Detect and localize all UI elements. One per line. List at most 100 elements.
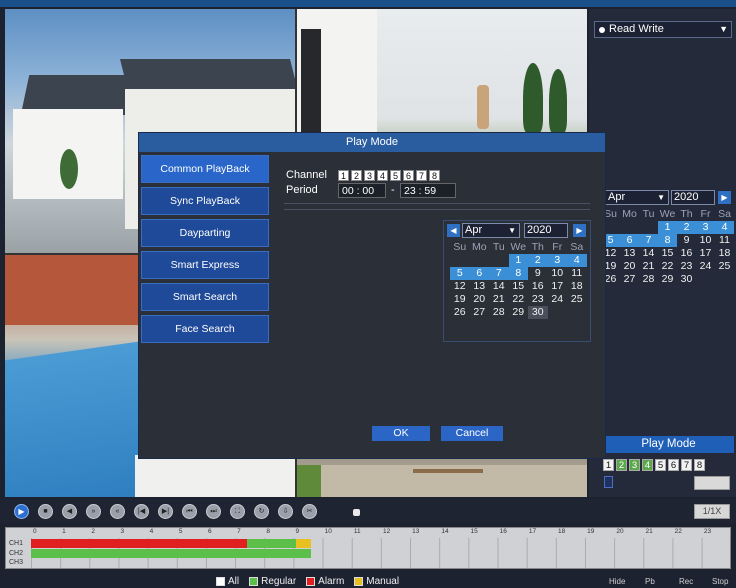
channel-selector[interactable]: 12345678 bbox=[338, 170, 440, 181]
calendar-day[interactable]: 10 bbox=[548, 267, 568, 280]
dialog-calendar-grid[interactable]: Su Mo Tu We Th Fr Sa 1 2 3 4 5 6 7 8 9 10 11 12 13 14 15 16 17 1… bbox=[450, 241, 587, 332]
small-square-icon[interactable] bbox=[353, 509, 360, 516]
legend-regular[interactable]: Regular bbox=[249, 576, 296, 587]
channel-checkbox[interactable]: 1 bbox=[603, 459, 614, 471]
bottom-action-label[interactable]: Stop bbox=[712, 577, 728, 586]
mode-select[interactable]: Read Write ▼ bbox=[594, 21, 732, 38]
calendar-day[interactable]: 13 bbox=[620, 247, 639, 260]
calendar-day[interactable]: 23 bbox=[528, 293, 548, 306]
manual-record-segment[interactable] bbox=[296, 539, 311, 548]
play-mode-option[interactable]: Common PlayBack bbox=[141, 155, 269, 183]
reverse-icon[interactable]: ◀ bbox=[62, 504, 77, 519]
stop-icon[interactable]: ■ bbox=[38, 504, 53, 519]
fast-icon[interactable]: « bbox=[110, 504, 125, 519]
calendar-day[interactable]: 7 bbox=[639, 234, 658, 247]
calendar-day[interactable]: 21 bbox=[489, 293, 509, 306]
calendar-day[interactable]: 1 bbox=[508, 254, 528, 267]
right-year-select[interactable]: 2020 bbox=[671, 190, 715, 205]
calendar-day[interactable]: 22 bbox=[509, 293, 529, 306]
legend-checkbox[interactable] bbox=[354, 577, 364, 586]
calendar-day[interactable]: 6 bbox=[469, 267, 489, 280]
channel-checkbox[interactable]: 8 bbox=[694, 459, 705, 471]
dialog-month-select[interactable]: Apr ▼ bbox=[462, 223, 520, 238]
calendar-day[interactable]: 18 bbox=[715, 247, 734, 260]
dialog-year-select[interactable]: 2020 bbox=[524, 223, 568, 238]
period-end-field[interactable]: 23 : 59 bbox=[400, 183, 456, 198]
calendar-day[interactable]: 14 bbox=[489, 280, 509, 293]
channel-checkbox[interactable]: 3 bbox=[364, 170, 375, 181]
calendar-day[interactable]: 24 bbox=[696, 260, 715, 273]
calendar-day[interactable]: 19 bbox=[450, 293, 470, 306]
next-month-icon[interactable]: ▶ bbox=[573, 224, 586, 237]
calendar-day[interactable]: 30 bbox=[528, 306, 548, 319]
channel-checkbox[interactable]: 1 bbox=[338, 170, 349, 181]
play-mode-option[interactable]: Sync PlayBack bbox=[141, 187, 269, 215]
calendar-day[interactable]: 17 bbox=[548, 280, 568, 293]
calendar-day[interactable]: 3 bbox=[696, 221, 715, 234]
speed-button[interactable]: 1/1X bbox=[694, 504, 730, 519]
repeat-icon[interactable]: ↻ bbox=[254, 504, 269, 519]
legend-checkbox[interactable] bbox=[306, 577, 316, 586]
channel-checkbox[interactable]: 6 bbox=[403, 170, 414, 181]
record-type-legend[interactable]: All Regular Alarm Manual bbox=[216, 576, 399, 587]
bottom-action-label[interactable]: Rec bbox=[679, 577, 693, 586]
next-month-icon[interactable]: ▶ bbox=[718, 191, 731, 204]
calendar-day[interactable]: 7 bbox=[489, 267, 509, 280]
calendar-day[interactable]: 15 bbox=[509, 280, 529, 293]
channel-checkbox[interactable]: 7 bbox=[681, 459, 692, 471]
cancel-button[interactable]: Cancel bbox=[441, 426, 503, 441]
calendar-day[interactable]: 9 bbox=[677, 234, 696, 247]
prev-file-icon[interactable]: ⏮ bbox=[182, 504, 197, 519]
backup-icon[interactable]: ⇩ bbox=[278, 504, 293, 519]
calendar-day[interactable]: 25 bbox=[567, 293, 587, 306]
calendar-day[interactable]: 26 bbox=[450, 306, 470, 319]
alarm-record-segment[interactable] bbox=[31, 539, 247, 548]
calendar-day[interactable]: 8 bbox=[508, 267, 528, 280]
play-mode-option[interactable]: Face Search bbox=[141, 315, 269, 343]
play-mode-option[interactable]: Dayparting bbox=[141, 219, 269, 247]
period-start-field[interactable]: 00 : 00 bbox=[338, 183, 386, 198]
play-mode-button[interactable]: Play Mode bbox=[603, 436, 734, 453]
bottom-action-label[interactable]: Hide bbox=[609, 577, 625, 586]
regular-record-segment[interactable] bbox=[31, 549, 311, 558]
calendar-day[interactable]: 2 bbox=[677, 221, 696, 234]
channel-checkbox[interactable]: 5 bbox=[655, 459, 666, 471]
calendar-day[interactable]: 27 bbox=[470, 306, 490, 319]
calendar-day[interactable]: 14 bbox=[639, 247, 658, 260]
calendar-day[interactable]: 29 bbox=[658, 273, 677, 286]
calendar-day[interactable]: 4 bbox=[715, 221, 734, 234]
calendar-day[interactable]: 28 bbox=[489, 306, 509, 319]
calendar-day[interactable]: 20 bbox=[620, 260, 639, 273]
calendar-day[interactable]: 22 bbox=[658, 260, 677, 273]
calendar-day[interactable]: 21 bbox=[639, 260, 658, 273]
channel-checkbox[interactable]: 4 bbox=[377, 170, 388, 181]
ok-button[interactable]: OK bbox=[372, 426, 430, 441]
calendar-day[interactable]: 4 bbox=[567, 254, 587, 267]
calendar-day[interactable]: 29 bbox=[509, 306, 529, 319]
channel-checkbox[interactable]: 7 bbox=[416, 170, 427, 181]
clip-icon[interactable]: ✂ bbox=[302, 504, 317, 519]
fullscreen-icon[interactable]: ⛶ bbox=[230, 504, 245, 519]
bottom-action-label[interactable]: Pb bbox=[645, 577, 655, 586]
calendar-day[interactable]: 30 bbox=[677, 273, 696, 286]
calendar-day[interactable]: 11 bbox=[715, 234, 734, 247]
calendar-day[interactable]: 12 bbox=[450, 280, 470, 293]
play-mode-option[interactable]: Smart Express bbox=[141, 251, 269, 279]
calendar-day[interactable]: 20 bbox=[470, 293, 490, 306]
legend-manual[interactable]: Manual bbox=[354, 576, 399, 587]
channel-checkbox[interactable]: 4 bbox=[642, 459, 653, 471]
right-channel-checks[interactable]: 12345678 bbox=[603, 459, 705, 472]
calendar-day[interactable]: 8 bbox=[658, 234, 677, 247]
calendar-day[interactable]: 9 bbox=[528, 267, 548, 280]
channel-checkbox[interactable]: 2 bbox=[351, 170, 362, 181]
calendar-day[interactable]: 28 bbox=[639, 273, 658, 286]
calendar-day[interactable]: 6 bbox=[620, 234, 639, 247]
next-file-icon[interactable]: ⏭ bbox=[206, 504, 221, 519]
calendar-day[interactable]: 1 bbox=[658, 221, 677, 234]
prev-month-icon[interactable]: ◀ bbox=[447, 224, 460, 237]
calendar-day[interactable]: 16 bbox=[677, 247, 696, 260]
next-frame-icon[interactable]: ▶| bbox=[158, 504, 173, 519]
right-month-select[interactable]: Apr ▼ bbox=[605, 190, 669, 205]
channel-checkbox[interactable]: 6 bbox=[668, 459, 679, 471]
calendar-day[interactable]: 13 bbox=[470, 280, 490, 293]
